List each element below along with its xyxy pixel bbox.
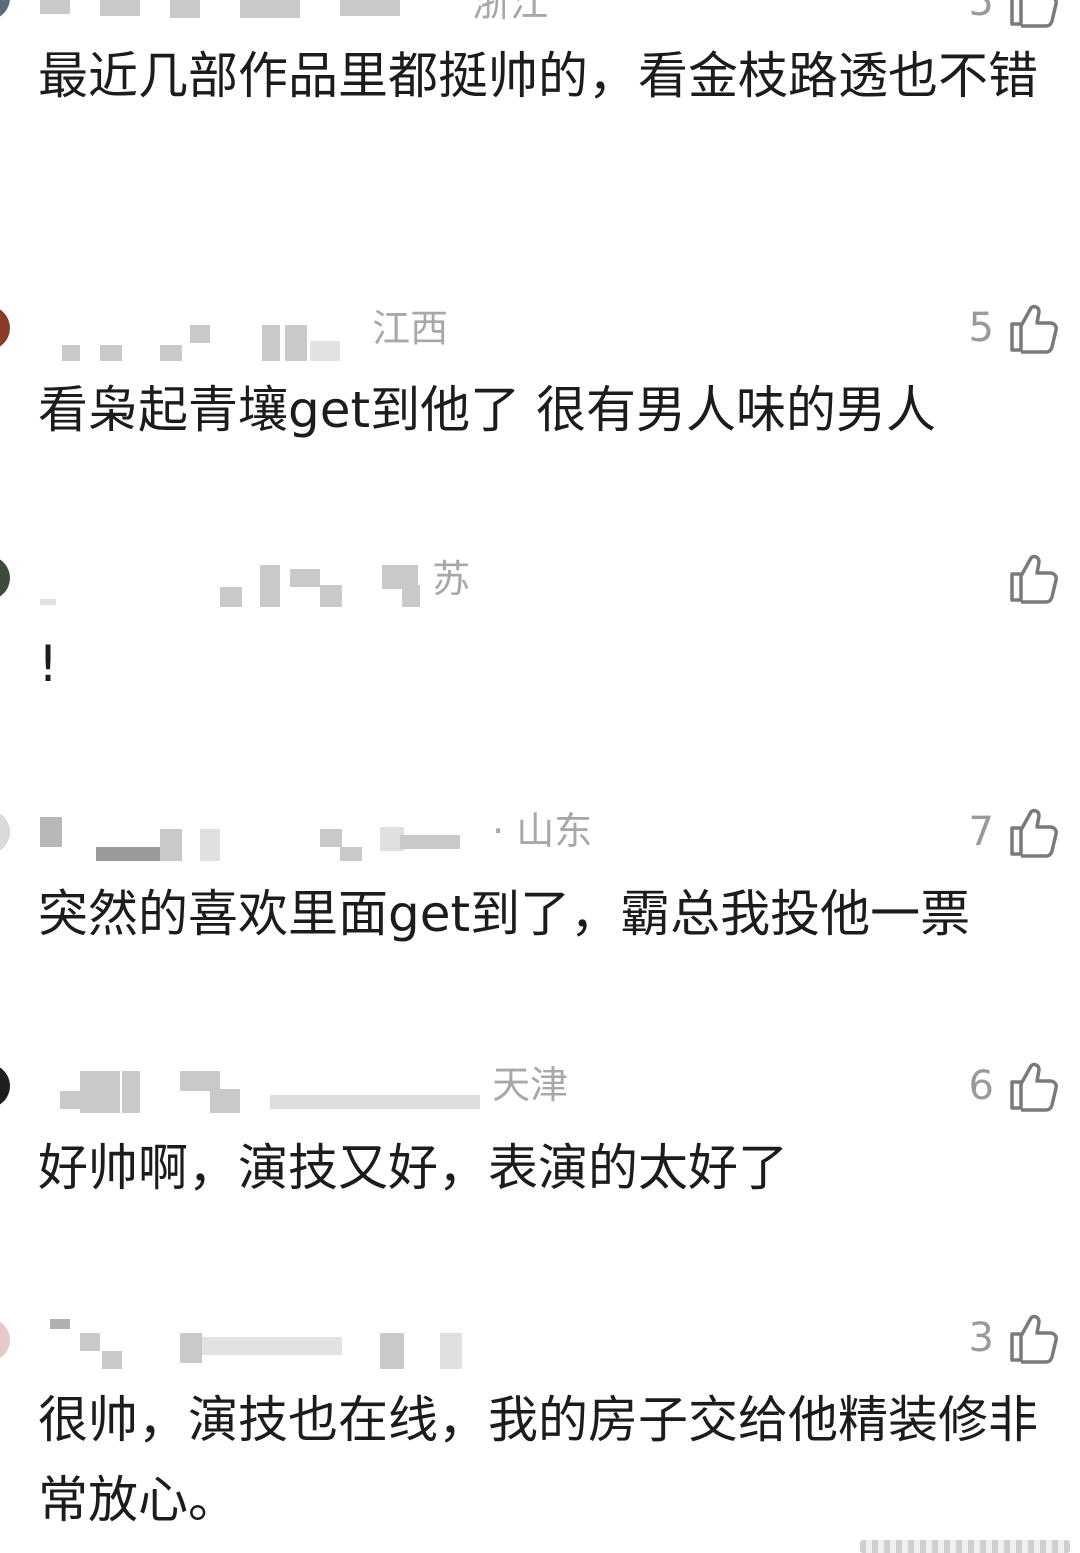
comment-region: 苏 [432,557,471,601]
comment-text: 很帅，演技也在线，我的房子交给他精装修非常放心。 [38,1391,1038,1529]
redacted-username [40,1313,480,1369]
avatar[interactable] [0,556,10,600]
comment-text: 看枭起青壤get到他了 很有男人味的男人 [38,381,936,439]
redacted-username [40,0,460,26]
comment-region: 江西 [372,306,449,351]
like-count: 5 [968,305,994,351]
avatar[interactable] [0,1318,10,1362]
like-button[interactable]: 5 [969,0,1060,30]
like-count: 5 [968,0,994,25]
comment-text: 最近几部作品里都挺帅的，看金枝路透也不错 [38,47,1038,105]
comment-text: ! [38,635,59,693]
comment-region: 浙江 [472,0,549,25]
redacted-username [40,807,480,861]
like-button[interactable]: 3 [969,1310,1060,1366]
comment-meta: 天津 [40,1060,569,1113]
redacted-username [40,301,360,361]
avatar[interactable] [0,810,10,854]
comment-meta: 江西 [40,301,449,361]
comment-meta: 苏 [40,554,471,607]
thumbs-up-icon [1008,552,1060,604]
watermark-bar [860,1540,1070,1553]
like-count: 3 [968,1315,994,1361]
comment-text: 好帅啊，演技又好，表演的太好了 [38,1139,788,1197]
comment-meta: 浙江 [40,0,548,28]
redacted-username [40,1061,480,1115]
like-button[interactable] [994,550,1060,606]
like-button[interactable]: 7 [969,804,1060,860]
like-button[interactable]: 6 [969,1058,1060,1114]
comment-region: 天津 [492,1063,569,1107]
like-button[interactable]: 5 [969,300,1060,356]
comment-meta [40,1312,480,1369]
thumbs-up-icon [1008,1312,1060,1364]
like-count: 7 [968,809,994,855]
redacted-username [40,555,420,609]
thumbs-up-icon [1008,0,1060,28]
thumbs-up-icon [1008,1060,1060,1112]
avatar[interactable] [0,1064,10,1108]
thumbs-up-icon [1008,302,1060,354]
avatar[interactable] [0,0,10,20]
comment-text: 突然的喜欢里面get到了，霸总我投他一票 [38,885,971,943]
thumbs-up-icon [1008,806,1060,858]
like-count: 6 [968,1063,994,1109]
comment-region: · 山东 [492,809,593,853]
avatar[interactable] [0,306,10,350]
comment-meta: · 山东 [40,806,593,861]
